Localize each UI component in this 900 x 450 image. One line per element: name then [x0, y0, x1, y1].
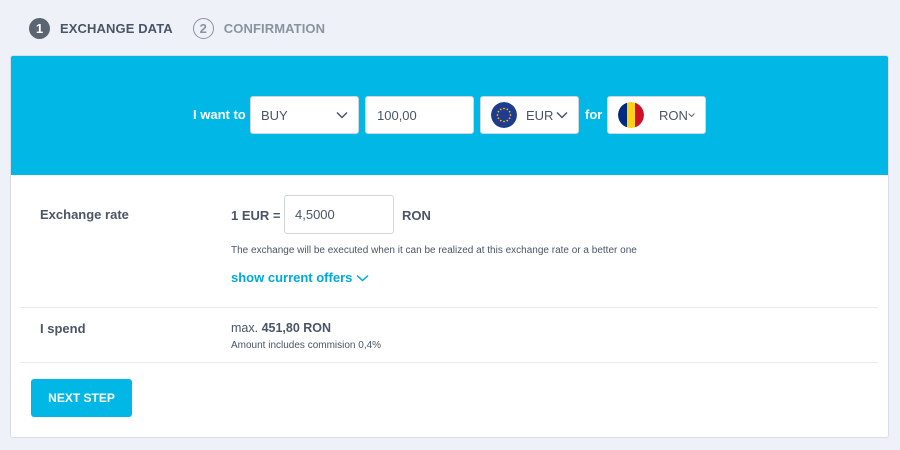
amount-input[interactable]: 100,00 [365, 96, 474, 134]
step-label: CONFIRMATION [223, 20, 326, 36]
rate-prefix: 1 EUR = [231, 208, 281, 223]
rate-currency: RON [402, 208, 431, 223]
divider [21, 362, 878, 363]
exchange-rate-input[interactable] [284, 195, 394, 234]
action-select[interactable]: BUY [250, 96, 359, 134]
for-label: for [585, 107, 603, 122]
spend-value: 451,80 RON [261, 321, 332, 335]
step-number: 1 [29, 17, 50, 39]
chevron-down-icon [688, 113, 695, 118]
chevron-down-icon [356, 274, 369, 282]
spend-note: Amount includes commision 0,4% [231, 340, 382, 351]
i-want-to-label: I want to [193, 107, 246, 122]
show-offers-label: show current offers [231, 270, 353, 285]
chevron-down-icon [556, 111, 568, 119]
spend-amount: max. 451,80 RON [231, 321, 331, 335]
exchange-rate-note: The exchange will be executed when it ca… [231, 245, 637, 256]
step-confirmation: 2 CONFIRMATION [192, 17, 326, 39]
step-exchange-data: 1 EXCHANGE DATA [29, 17, 173, 39]
from-currency-select[interactable]: EUR [480, 96, 579, 134]
chevron-down-icon [336, 111, 348, 119]
i-spend-label: I spend [40, 321, 86, 336]
to-currency-value: RON [659, 107, 688, 123]
stepper: 1 EXCHANGE DATA 2 CONFIRMATION [29, 17, 345, 39]
from-currency-value: EUR [526, 107, 554, 123]
to-currency-select[interactable]: RON [607, 96, 706, 134]
eu-flag-icon [491, 102, 517, 128]
romania-flag-icon [618, 102, 644, 128]
next-step-button[interactable]: NEXT STEP [31, 379, 132, 417]
step-number: 2 [192, 17, 214, 39]
divider [21, 307, 878, 308]
show-current-offers-link[interactable]: show current offers [231, 270, 369, 285]
amount-input-value: 100,00 [377, 107, 417, 123]
step-label: EXCHANGE DATA [60, 20, 173, 36]
exchange-rate-label: Exchange rate [40, 207, 129, 222]
spend-prefix: max. [231, 321, 259, 335]
action-select-value: BUY [261, 107, 288, 123]
exchange-banner: I want to BUY 100,00 EUR for RON [11, 56, 888, 175]
exchange-card: I want to BUY 100,00 EUR for RON Exchang… [10, 55, 889, 438]
